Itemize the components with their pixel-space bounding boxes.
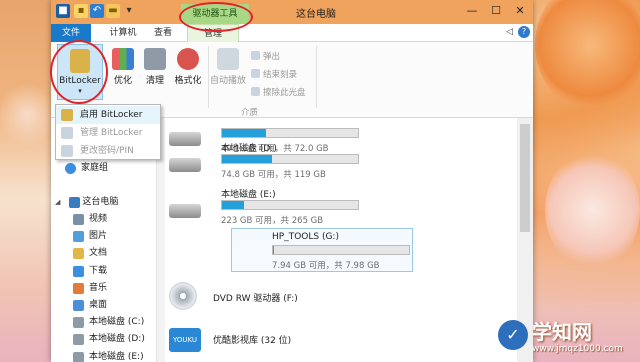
- bitlocker-key-icon: [61, 109, 73, 121]
- nav-this-pc[interactable]: ◢ 这台电脑: [55, 194, 118, 211]
- eject-icon: [251, 51, 260, 60]
- drive-usage-fill: [222, 201, 244, 209]
- expand-arrow-icon: ◢: [55, 198, 61, 206]
- optimize-button[interactable]: 优化: [109, 48, 137, 86]
- drive-usage-bar: [272, 245, 410, 255]
- watermark: ✓ 学知网 www.jmqz1000.com: [498, 316, 640, 362]
- erase-icon: [251, 87, 260, 96]
- scrollbar-thumb[interactable]: [520, 124, 530, 232]
- quick-access-dropdown-icon[interactable]: ▾: [122, 4, 136, 18]
- drive-name: 本地磁盘 (D:): [221, 144, 277, 154]
- optimize-icon: [112, 48, 134, 70]
- help-icon[interactable]: ?: [518, 26, 530, 38]
- folder-icon: [73, 248, 84, 260]
- homegroup-icon: [65, 163, 76, 174]
- drive-usage-bar: [221, 154, 359, 164]
- new-folder-icon[interactable]: ▬: [106, 4, 120, 18]
- window-title: 这台电脑: [296, 9, 336, 20]
- nav-drive-e[interactable]: 本地磁盘 (E:): [73, 349, 144, 362]
- nav-drive-d[interactable]: 本地磁盘 (D:): [73, 331, 145, 348]
- ribbon-divider: [316, 46, 317, 108]
- drive-usage-fill: [222, 155, 273, 163]
- nav-downloads[interactable]: 下载: [73, 263, 107, 280]
- drive-usage-fill: [273, 246, 275, 254]
- folder-icon: [73, 334, 84, 346]
- close-icon[interactable]: ✕: [509, 0, 531, 22]
- computer-icon: [69, 197, 80, 208]
- watermark-url: www.jmqz1000.com: [532, 344, 623, 354]
- format-icon: [177, 48, 199, 70]
- finish-burning-button[interactable]: 结束刻录: [251, 68, 297, 80]
- drive-size-text: 74.8 GB 可用，共 119 GB: [221, 170, 326, 180]
- ribbon-tabs: 文件 计算机 查看 管理 ◁ ?: [51, 24, 533, 42]
- drive-name: 本地磁盘 (E:): [221, 190, 276, 200]
- file-explorer-window: ■ ▪ ↶ ▬ ▾ 驱动器工具 这台电脑 — ☐ ✕ 文件 计算机 查看 管理 …: [51, 0, 533, 362]
- drive-usage-bar: [221, 200, 359, 210]
- title-bar: ■ ▪ ↶ ▬ ▾ 驱动器工具 这台电脑 — ☐ ✕: [51, 0, 533, 24]
- tab-file[interactable]: 文件: [51, 24, 91, 42]
- menu-item-manage-bitlocker[interactable]: 管理 BitLocker: [56, 124, 160, 142]
- minimize-icon[interactable]: —: [461, 0, 483, 22]
- app-folder-item[interactable]: YOUKU 优酷影视库 (32 位): [165, 318, 517, 362]
- hard-drive-icon: [169, 158, 201, 172]
- erase-disc-button[interactable]: 擦除此光盘: [251, 86, 306, 98]
- eject-button[interactable]: 弹出: [251, 50, 280, 62]
- folder-icon: [73, 317, 84, 329]
- folder-icon: [73, 351, 84, 362]
- drives-list: 49.1 GB 可用，共 72.0 GB 本地磁盘 (D:) 74.8 GB 可用，…: [165, 118, 517, 362]
- drive-usage-bar: [221, 128, 359, 138]
- tab-computer[interactable]: 计算机: [101, 24, 145, 42]
- folder-icon: [73, 231, 84, 243]
- menu-item-enable-bitlocker[interactable]: 启用 BitLocker: [56, 106, 160, 124]
- nav-desktop[interactable]: 桌面: [73, 297, 107, 314]
- drive-size-text: 223 GB 可用，共 265 GB: [221, 216, 324, 226]
- manage-icon: [61, 127, 73, 139]
- watermark-logo-icon: ✓: [498, 320, 528, 350]
- autoplay-icon: [217, 48, 239, 70]
- password-icon: [61, 145, 73, 157]
- nav-videos[interactable]: 视频: [73, 211, 107, 228]
- watermark-title: 学知网: [532, 320, 592, 344]
- app-icon[interactable]: ■: [56, 4, 70, 18]
- bitlocker-dropdown-menu: 启用 BitLocker 管理 BitLocker 更改密码/PIN: [55, 104, 161, 160]
- drive-usage-fill: [222, 129, 266, 137]
- drive-item[interactable]: 本地磁盘 (E:) 223 GB 可用，共 265 GB: [165, 184, 517, 228]
- tab-view[interactable]: 查看: [145, 24, 181, 42]
- drive-name: HP_TOOLS (G:): [272, 232, 339, 242]
- drive-name: DVD RW 驱动器 (F:): [213, 294, 298, 304]
- folder-icon: [73, 265, 84, 277]
- cleanup-icon: [144, 48, 166, 70]
- dvd-drive-icon: [169, 282, 197, 310]
- nav-music[interactable]: 音乐: [73, 280, 107, 297]
- burn-icon: [251, 69, 260, 78]
- maximize-icon[interactable]: ☐: [485, 0, 507, 22]
- highlight-circle-drive-tools: [179, 2, 253, 32]
- properties-icon[interactable]: ▪: [74, 4, 88, 18]
- format-button[interactable]: 格式化: [171, 48, 205, 86]
- nav-homegroup[interactable]: 家庭组: [65, 160, 108, 177]
- folder-icon: [73, 214, 84, 225]
- undo-icon[interactable]: ↶: [90, 4, 104, 18]
- nav-drive-c[interactable]: 本地磁盘 (C:): [73, 314, 144, 331]
- cleanup-button[interactable]: 清理: [141, 48, 169, 86]
- nav-documents[interactable]: 文档: [73, 245, 107, 262]
- drive-item[interactable]: 本地磁盘 (D:) 74.8 GB 可用，共 119 GB: [165, 138, 517, 182]
- drive-item[interactable]: HP_TOOLS (G:) 7.94 GB 可用，共 7.98 GB: [231, 228, 413, 272]
- hard-drive-icon: [168, 239, 200, 263]
- ribbon-expand-icon[interactable]: ◁: [506, 27, 513, 37]
- drive-size-text: 7.94 GB 可用，共 7.98 GB: [272, 261, 380, 271]
- highlight-circle-bitlocker: [50, 40, 108, 104]
- folder-icon: [73, 282, 84, 294]
- hard-drive-icon: [169, 204, 201, 218]
- folder-icon: [73, 300, 84, 311]
- media-group-label: 介质: [241, 108, 259, 118]
- drive-item[interactable]: DVD RW 驱动器 (F:): [165, 276, 517, 320]
- autoplay-button[interactable]: 自动播放: [209, 48, 247, 86]
- nav-pictures[interactable]: 图片: [73, 228, 107, 245]
- menu-item-change-password[interactable]: 更改密码/PIN: [56, 142, 160, 160]
- youku-folder-icon: YOUKU: [169, 328, 201, 352]
- drive-name: 优酷影视库 (32 位): [213, 336, 292, 346]
